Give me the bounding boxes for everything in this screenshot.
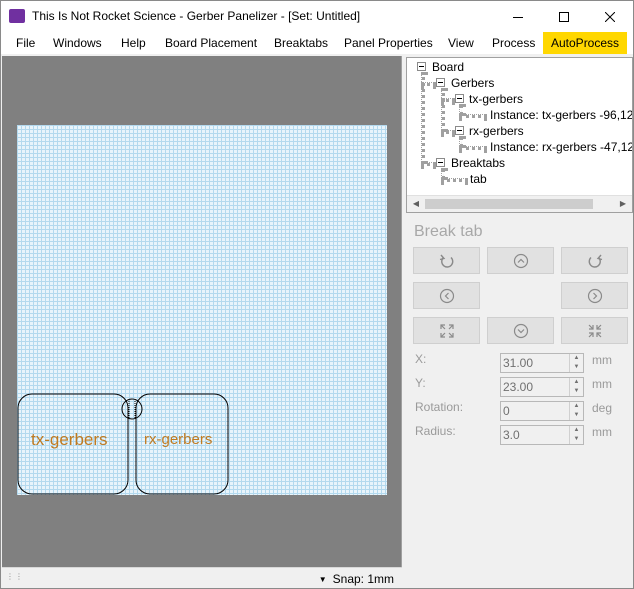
rotate-cw-icon bbox=[588, 254, 602, 268]
panel-canvas[interactable]: tx-gerbers rx-gerbers bbox=[2, 56, 402, 567]
menu-help[interactable]: Help bbox=[121, 32, 146, 54]
scroll-thumb[interactable] bbox=[425, 199, 593, 209]
rotation-label: Rotation: bbox=[415, 400, 464, 414]
maximize-icon bbox=[559, 11, 569, 22]
window-title: This Is Not Rocket Science - Gerber Pane… bbox=[32, 9, 361, 23]
move-up-button[interactable] bbox=[487, 247, 554, 274]
rotation-spinner[interactable]: ▲ ▼ bbox=[569, 402, 583, 420]
menu-panel-properties[interactable]: Panel Properties bbox=[344, 32, 433, 54]
snap-value: Snap: 1mm bbox=[332, 572, 394, 586]
tree-node-breaktabs[interactable]: Breaktabs bbox=[451, 156, 505, 170]
scroll-left-icon[interactable]: ◀ bbox=[411, 199, 421, 209]
app-logo-icon bbox=[9, 9, 25, 23]
y-value: 23.00 bbox=[503, 380, 534, 394]
move-right-button[interactable] bbox=[561, 282, 628, 309]
arrow-up-circle-icon bbox=[513, 253, 528, 268]
spin-up-icon[interactable]: ▲ bbox=[570, 354, 583, 363]
x-value: 31.00 bbox=[503, 356, 534, 370]
expand-button[interactable] bbox=[413, 317, 480, 344]
arrow-right-circle-icon bbox=[587, 288, 602, 303]
resize-grip-icon[interactable]: ⋮⋮ bbox=[6, 573, 23, 584]
y-input[interactable]: 23.00 ▲ ▼ bbox=[500, 377, 584, 397]
tree-node-rx-instance[interactable]: Instance: rx-gerbers -47,126 0 bbox=[490, 140, 632, 154]
move-left-button[interactable] bbox=[413, 282, 480, 309]
x-input[interactable]: 31.00 ▲ ▼ bbox=[500, 353, 584, 373]
rotate-ccw-icon bbox=[439, 254, 453, 268]
spin-down-icon[interactable]: ▼ bbox=[570, 387, 583, 396]
radius-label: Radius: bbox=[415, 424, 456, 438]
tree-node-board[interactable]: Board bbox=[432, 60, 464, 74]
rotation-input[interactable]: 0 ▲ ▼ bbox=[500, 401, 584, 421]
minimize-button[interactable] bbox=[495, 1, 541, 32]
radius-value: 3.0 bbox=[503, 428, 520, 442]
maximize-button[interactable] bbox=[541, 1, 587, 32]
menu-file[interactable]: File bbox=[16, 32, 35, 54]
rotate-cw-button[interactable] bbox=[561, 247, 628, 274]
breaktab-panel-title: Break tab bbox=[414, 223, 483, 240]
scroll-right-icon[interactable]: ▶ bbox=[618, 199, 628, 209]
shrink-button[interactable] bbox=[561, 317, 628, 344]
collapse-breaktabs-icon[interactable] bbox=[436, 158, 445, 167]
radius-spinner[interactable]: ▲ ▼ bbox=[569, 426, 583, 444]
close-icon bbox=[605, 11, 615, 22]
spin-down-icon[interactable]: ▼ bbox=[570, 411, 583, 420]
menu-breaktabs[interactable]: Breaktabs bbox=[274, 32, 328, 54]
radius-input[interactable]: 3.0 ▲ ▼ bbox=[500, 425, 584, 445]
tree-node-tx-gerbers[interactable]: tx-gerbers bbox=[469, 92, 523, 106]
x-unit: mm bbox=[592, 353, 612, 367]
tree-node-tab[interactable]: tab bbox=[470, 172, 487, 186]
caret-down-icon: ▼ bbox=[318, 575, 327, 584]
y-unit: mm bbox=[592, 377, 612, 391]
menu-bar: File Windows Help Board Placement Breakt… bbox=[1, 32, 633, 54]
shrink-icon bbox=[588, 324, 601, 337]
spin-down-icon[interactable]: ▼ bbox=[570, 435, 583, 444]
x-spinner[interactable]: ▲ ▼ bbox=[569, 354, 583, 372]
arrow-down-circle-icon bbox=[513, 323, 528, 338]
snap-dropdown[interactable]: ▼ Snap: 1mm bbox=[319, 572, 394, 586]
collapse-gerbers-icon[interactable] bbox=[436, 78, 445, 87]
rotation-unit: deg bbox=[592, 401, 613, 415]
tree-node-rx-gerbers[interactable]: rx-gerbers bbox=[469, 124, 524, 138]
spin-down-icon[interactable]: ▼ bbox=[570, 363, 583, 372]
title-bar: This Is Not Rocket Science - Gerber Pane… bbox=[1, 1, 633, 32]
menu-autoprocess[interactable]: AutoProcess bbox=[543, 32, 628, 54]
y-label: Y: bbox=[415, 376, 426, 390]
move-down-button[interactable] bbox=[487, 317, 554, 344]
arrow-left-circle-icon bbox=[439, 288, 454, 303]
spin-up-icon[interactable]: ▲ bbox=[570, 402, 583, 411]
tree-node-tx-instance[interactable]: Instance: tx-gerbers -96,126 0 bbox=[490, 108, 632, 122]
expand-icon bbox=[439, 323, 454, 338]
object-tree[interactable]: Board Gerbers tx-gerbers Instance: tx-ge… bbox=[406, 57, 633, 213]
spin-up-icon[interactable]: ▲ bbox=[570, 426, 583, 435]
breaktab-mousebites bbox=[128, 401, 136, 419]
x-label: X: bbox=[415, 352, 427, 366]
app-window: This Is Not Rocket Science - Gerber Pane… bbox=[0, 0, 634, 589]
breaktab-marker[interactable] bbox=[121, 398, 143, 420]
status-bar: ⋮⋮ ▼ Snap: 1mm bbox=[2, 567, 402, 588]
spin-up-icon[interactable]: ▲ bbox=[570, 378, 583, 387]
collapse-board-icon[interactable] bbox=[417, 62, 426, 71]
rotate-ccw-button[interactable] bbox=[413, 247, 480, 274]
menu-view[interactable]: View bbox=[448, 32, 474, 54]
tx-board-label: tx-gerbers bbox=[31, 430, 108, 449]
menu-board-placement[interactable]: Board Placement bbox=[165, 32, 257, 54]
y-spinner[interactable]: ▲ ▼ bbox=[569, 378, 583, 396]
tree-horizontal-scrollbar[interactable]: ◀ ▶ bbox=[407, 195, 632, 212]
close-button[interactable] bbox=[587, 1, 633, 32]
tree-node-gerbers[interactable]: Gerbers bbox=[451, 76, 494, 90]
menu-process[interactable]: Process bbox=[492, 32, 535, 54]
panel-board[interactable]: tx-gerbers rx-gerbers bbox=[17, 125, 387, 495]
menu-windows[interactable]: Windows bbox=[53, 32, 102, 54]
collapse-tx-icon[interactable] bbox=[455, 94, 464, 103]
collapse-rx-icon[interactable] bbox=[455, 126, 464, 135]
rx-board-label: rx-gerbers bbox=[144, 431, 213, 448]
radius-unit: mm bbox=[592, 425, 612, 439]
rotation-value: 0 bbox=[503, 404, 510, 418]
minimize-icon bbox=[513, 16, 523, 18]
